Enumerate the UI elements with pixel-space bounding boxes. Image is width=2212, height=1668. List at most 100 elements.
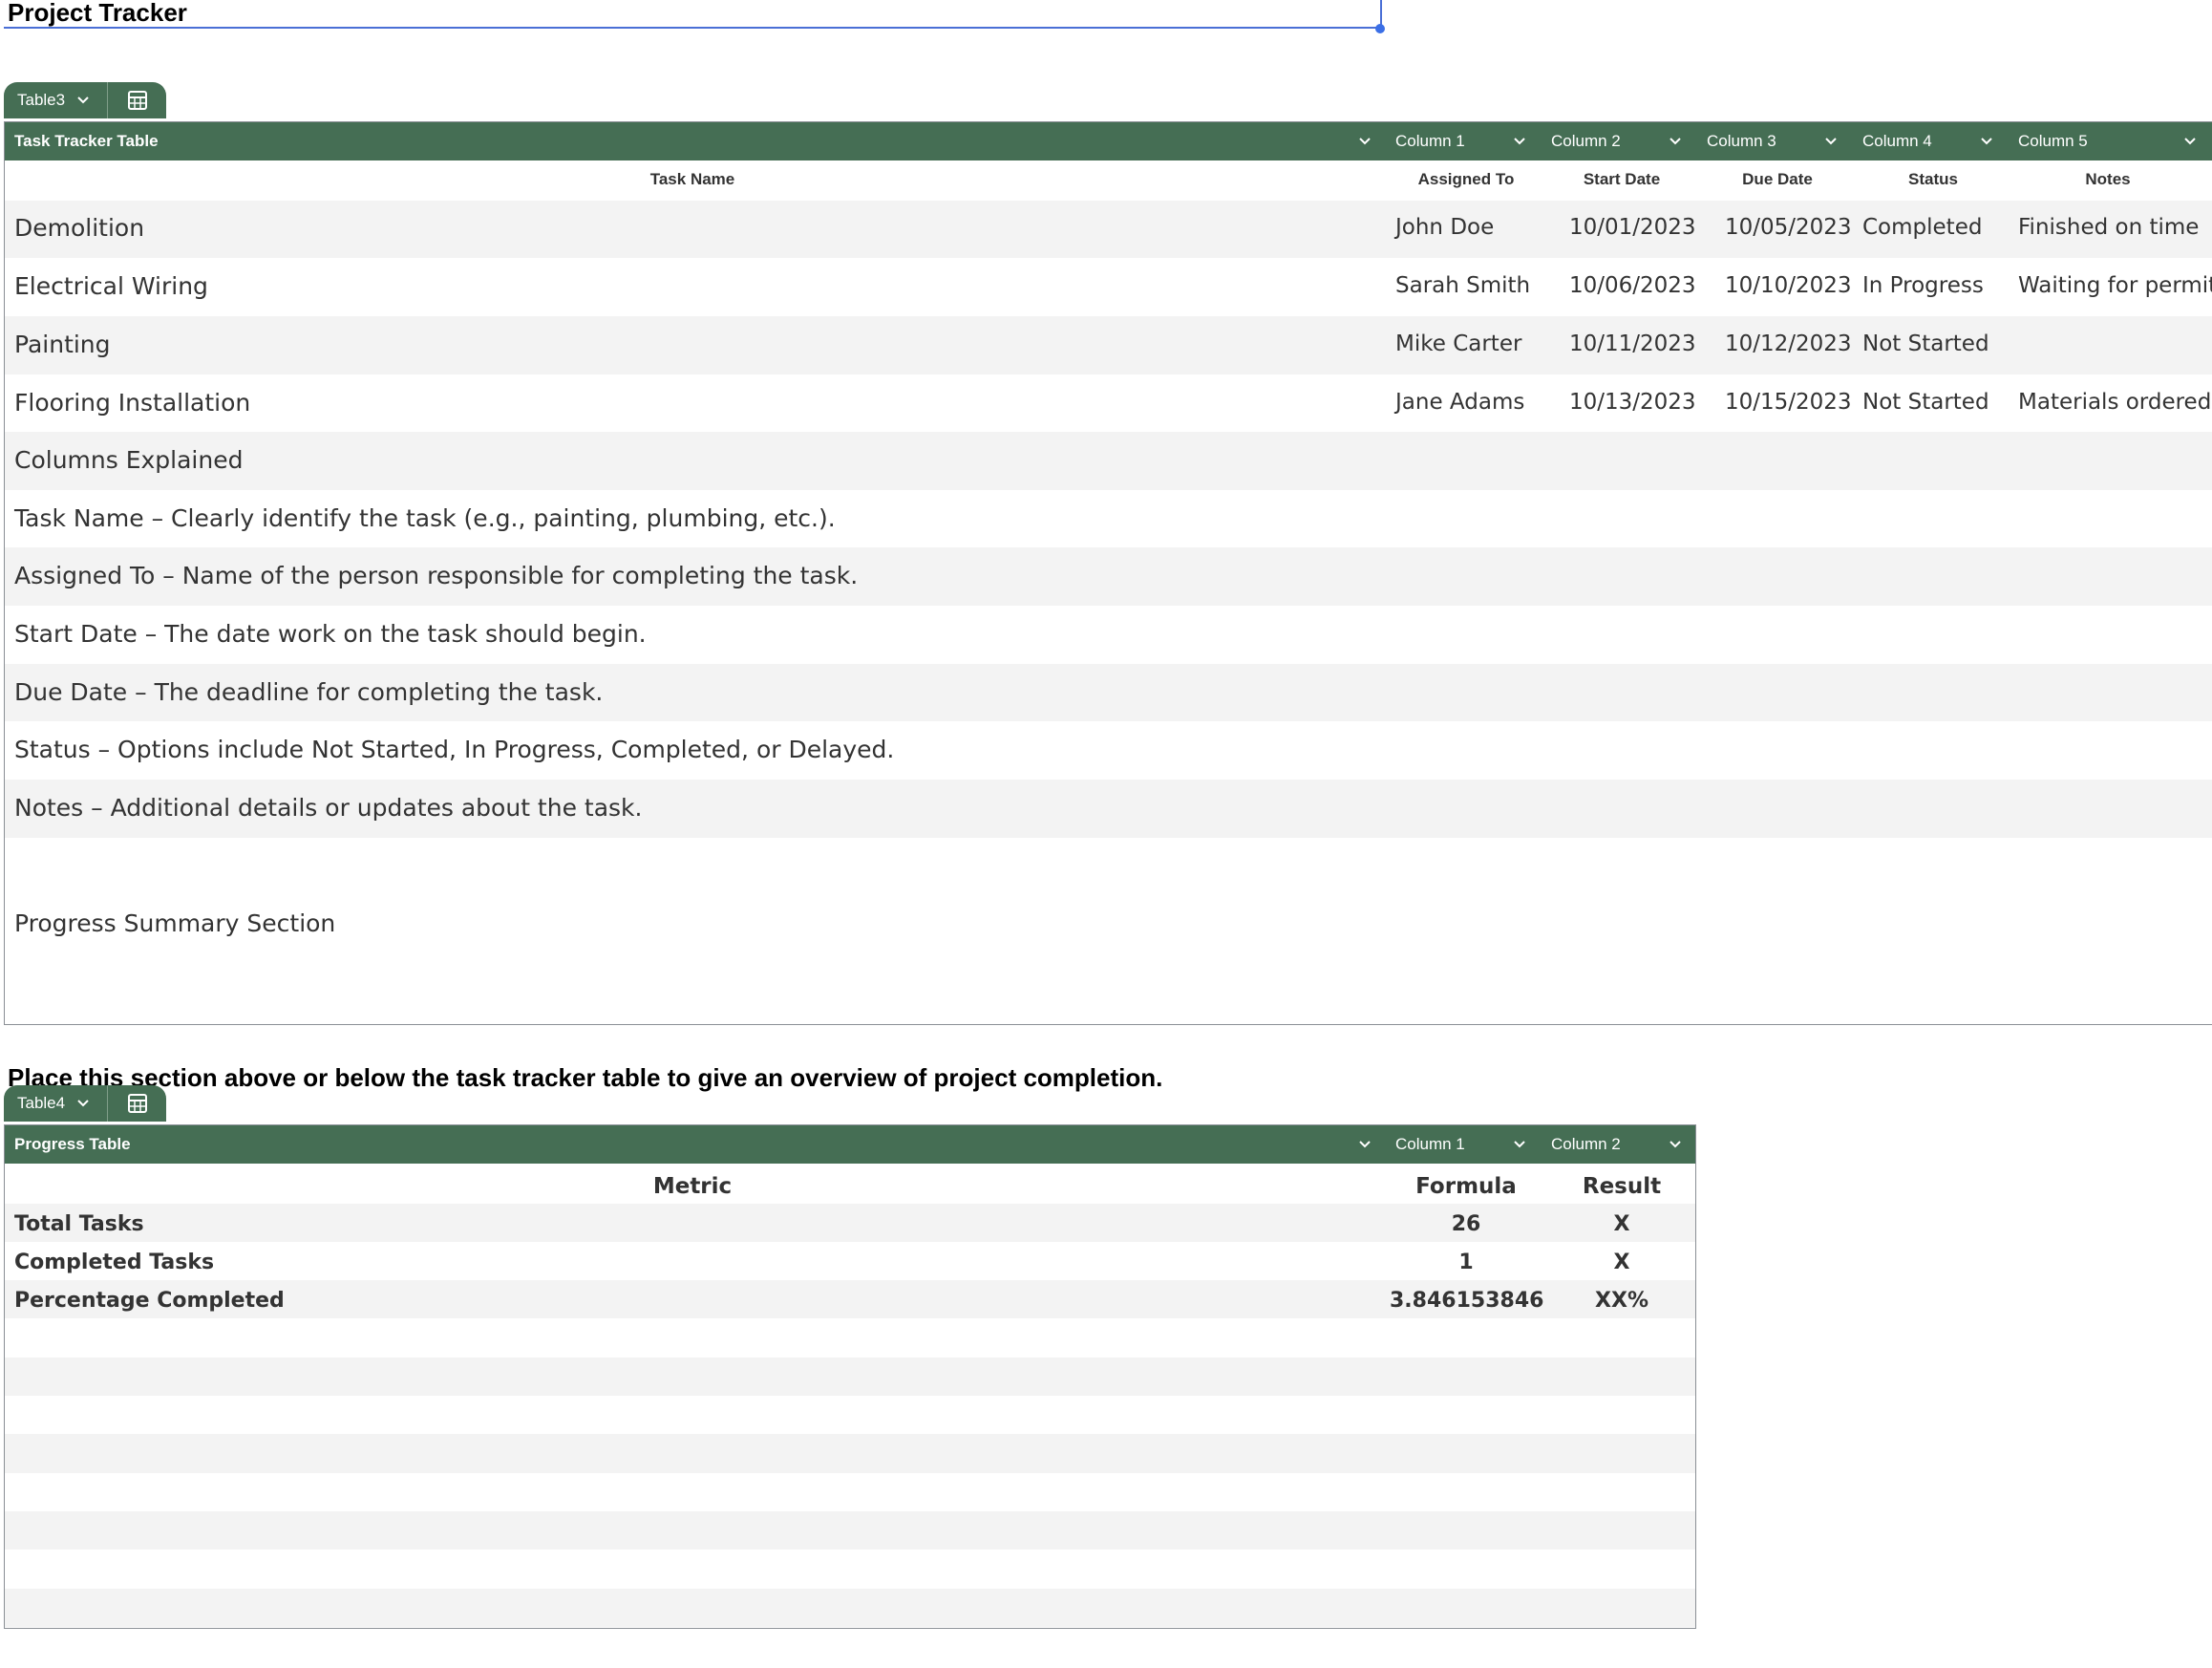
table3-name: Table3 (17, 91, 66, 109)
progress-table-header: Progress Table Column 1 Column 2 (5, 1125, 1695, 1164)
table-row[interactable]: Task Name – Clearly identify the task (e… (5, 490, 2212, 547)
status-cell: Not Started (1862, 390, 1989, 415)
task-name-cell: Demolition (14, 214, 145, 242)
result-cell: X (1613, 1212, 1630, 1236)
table4-name: Table4 (17, 1094, 66, 1112)
metric-cell: Percentage Completed (14, 1289, 285, 1313)
explain-cell: Assigned To – Name of the person respons… (14, 562, 859, 589)
chevron-down-icon (77, 1100, 89, 1107)
chevron-down-icon[interactable] (1823, 134, 1839, 149)
header-column-5[interactable]: Column 5 (2018, 122, 2088, 160)
header-column-1[interactable]: Column 1 (1357, 1125, 1465, 1164)
table-row[interactable]: Columns Explained (5, 432, 2212, 490)
header-column-3[interactable]: Column 3 (1707, 122, 1776, 160)
explain-cell: Status – Options include Not Started, In… (14, 736, 895, 763)
start-date-cell: 10/11/2023 (1569, 331, 1696, 356)
col-head-task-name: Task Name (649, 170, 735, 188)
task-name-cell: Painting (14, 331, 111, 358)
table-row[interactable]: Notes – Additional details or updates ab… (5, 780, 2212, 838)
table-row[interactable]: Completed Tasks 1 X (5, 1242, 1695, 1280)
table-row[interactable]: Electrical Wiring Sarah Smith 10/06/2023… (5, 258, 2212, 316)
empty-row[interactable] (5, 1511, 1695, 1550)
col-head-notes: Notes (2085, 170, 2131, 188)
summary-label: Progress Summary Section (14, 909, 336, 937)
result-cell: X (1613, 1251, 1630, 1274)
start-date-cell: 10/06/2023 (1569, 273, 1696, 298)
empty-row[interactable] (5, 1550, 1695, 1589)
table-row[interactable]: Progress Summary Section (5, 838, 2212, 1023)
chevron-down-icon[interactable] (1668, 134, 1683, 149)
chevron-down-icon[interactable] (1512, 134, 1527, 149)
assigned-to-cell: John Doe (1395, 215, 1495, 240)
status-cell: Completed (1862, 215, 1983, 240)
chevron-down-icon[interactable] (1979, 134, 1994, 149)
table-row[interactable]: Percentage Completed 3.846153846 XX% (5, 1280, 1695, 1318)
header-column-2[interactable]: Column 2 (1551, 122, 1621, 160)
empty-row[interactable] (5, 1396, 1695, 1434)
result-cell: XX% (1595, 1289, 1648, 1313)
assigned-to-cell: Jane Adams (1395, 390, 1525, 415)
col-head-start-date: Start Date (1583, 170, 1661, 188)
sheet-title: Project Tracker (8, 0, 187, 27)
formula-cell: 26 (1451, 1212, 1481, 1236)
status-cell: In Progress (1862, 273, 1984, 298)
start-date-cell: 10/13/2023 (1569, 390, 1696, 415)
task-name-cell: Electrical Wiring (14, 272, 208, 300)
table3-name-dropdown[interactable]: Table3 (4, 91, 107, 110)
chevron-down-icon[interactable] (1668, 1137, 1683, 1152)
table-row[interactable]: Flooring Installation Jane Adams 10/13/2… (5, 374, 2212, 432)
chevron-down-icon[interactable] (1512, 1137, 1527, 1152)
table-row[interactable]: Demolition John Doe 10/01/2023 10/05/202… (5, 201, 2212, 258)
explain-cell: Columns Explained (14, 446, 244, 474)
task-name-cell: Flooring Installation (14, 389, 251, 417)
notes-cell: Materials ordered (2018, 390, 2212, 415)
explain-cell: Due Date – The deadline for completing t… (14, 678, 604, 706)
due-date-cell: 10/15/2023 (1725, 390, 1852, 415)
empty-row[interactable] (5, 1589, 1695, 1627)
formula-cell: 1 (1458, 1251, 1474, 1274)
col-head-metric: Metric (652, 1174, 733, 1199)
empty-row[interactable] (5, 1434, 1695, 1473)
explain-cell: Start Date – The date work on the task s… (14, 620, 647, 648)
due-date-cell: 10/12/2023 (1725, 331, 1852, 356)
selection-edge (1380, 0, 1382, 27)
status-cell: Not Started (1862, 331, 1989, 356)
metric-cell: Completed Tasks (14, 1251, 215, 1274)
assigned-to-cell: Mike Carter (1395, 331, 1522, 356)
table-settings-button[interactable] (108, 1093, 166, 1114)
table-row[interactable]: Due Date – The deadline for completing t… (5, 664, 2212, 721)
sheet-title-cell[interactable]: Project Tracker (4, 0, 1382, 29)
chevron-down-icon[interactable] (1357, 134, 1372, 149)
selection-handle[interactable] (1375, 24, 1385, 33)
table-row[interactable]: Assigned To – Name of the person respons… (5, 547, 2212, 606)
table-row[interactable]: Total Tasks 26 X (5, 1204, 1695, 1242)
col-head-due-date: Due Date (1742, 170, 1813, 188)
chevron-down-icon (77, 96, 89, 104)
notes-cell: Finished on time (2018, 215, 2200, 240)
col-head-assigned-to: Assigned To (1417, 170, 1515, 188)
due-date-cell: 10/10/2023 (1725, 273, 1852, 298)
empty-row[interactable] (5, 1358, 1695, 1396)
due-date-cell: 10/05/2023 (1725, 215, 1852, 240)
metric-cell: Total Tasks (14, 1212, 144, 1236)
header-column-4[interactable]: Column 4 (1862, 122, 1932, 160)
header-column-1[interactable]: Column 1 (1395, 122, 1465, 160)
task-tracker-table: Task Tracker Table Column 1 Column 2 Col… (4, 121, 2212, 1025)
table4-name-dropdown[interactable]: Table4 (4, 1094, 107, 1113)
empty-row[interactable] (5, 1318, 1695, 1358)
progress-table: Progress Table Column 1 Column 2 Metric … (4, 1124, 1696, 1629)
col-head-status: Status (1908, 170, 1958, 188)
empty-row[interactable] (5, 1473, 1695, 1511)
header-column-2[interactable]: Column 2 (1551, 1125, 1621, 1164)
table-settings-button[interactable] (108, 90, 166, 111)
col-head-formula: Formula (1415, 1174, 1517, 1199)
table3-tab[interactable]: Table3 (4, 82, 166, 118)
table-row[interactable]: Painting Mike Carter 10/11/2023 10/12/20… (5, 316, 2212, 374)
table4-tab[interactable]: Table4 (4, 1085, 166, 1122)
chevron-down-icon[interactable] (2182, 134, 2198, 149)
table-row[interactable]: Start Date – The date work on the task s… (5, 606, 2212, 664)
table-icon (127, 1094, 147, 1113)
section-description: Place this section above or below the ta… (8, 1063, 1163, 1092)
table-row[interactable]: Status – Options include Not Started, In… (5, 721, 2212, 780)
task-table-title: Task Tracker Table (14, 132, 159, 150)
